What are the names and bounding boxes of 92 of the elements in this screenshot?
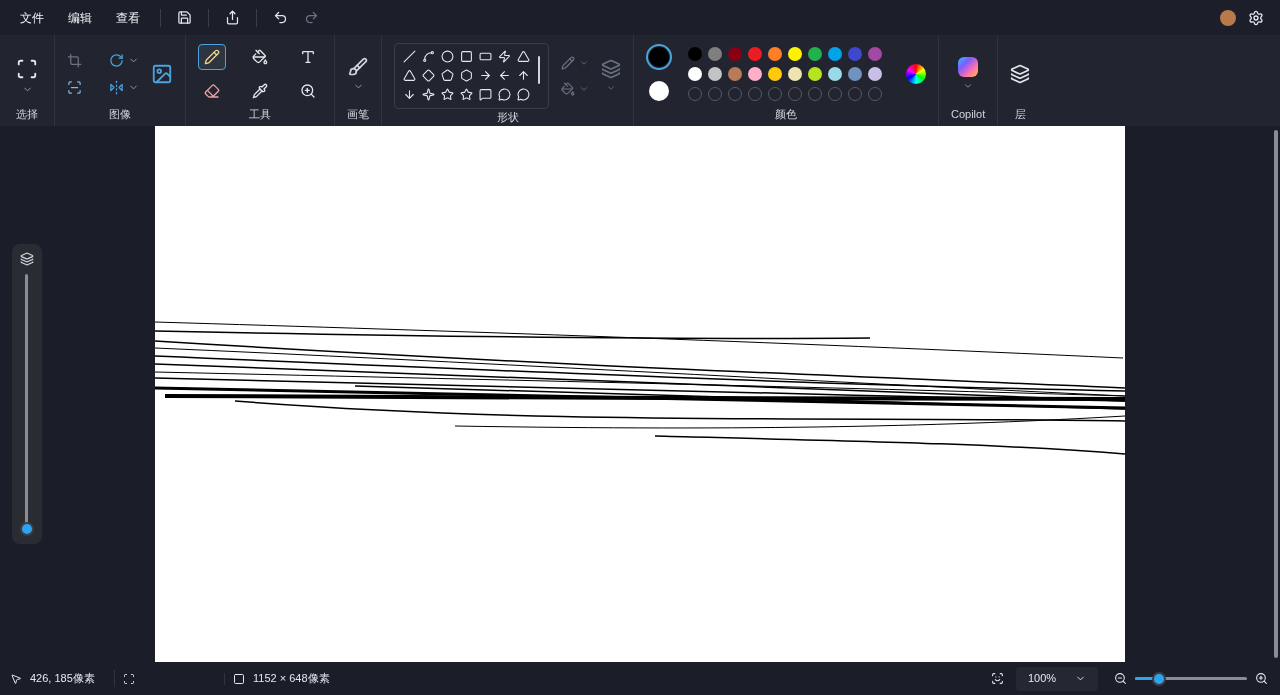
palette-swatch[interactable]	[808, 47, 822, 62]
shape-icon[interactable]	[422, 50, 435, 63]
active-color-slot[interactable]	[646, 44, 672, 71]
palette-swatch[interactable]	[868, 47, 882, 62]
shape-icon[interactable]	[441, 50, 454, 63]
palette-swatch[interactable]	[768, 67, 782, 82]
zoom-slider-thumb[interactable]	[1151, 671, 1166, 686]
brush-size-thumb[interactable]	[20, 522, 34, 536]
palette-swatch[interactable]	[708, 67, 722, 82]
shape-icon[interactable]	[441, 69, 454, 82]
shape-icon[interactable]	[403, 69, 416, 82]
shape-icon[interactable]	[498, 50, 511, 63]
fill-style-icon[interactable]	[561, 82, 575, 96]
zoom-slider-track[interactable]	[1135, 671, 1247, 686]
settings-icon[interactable]	[1248, 9, 1264, 26]
brush-icon[interactable]	[348, 56, 368, 77]
palette-swatch[interactable]	[808, 67, 822, 82]
brush-size-track[interactable]	[20, 274, 34, 536]
palette-swatch[interactable]	[688, 67, 702, 82]
selection-size-icon	[123, 672, 135, 685]
scrollbar[interactable]	[1274, 130, 1278, 658]
color-wheel-icon[interactable]	[906, 64, 926, 85]
text-icon	[300, 49, 316, 66]
group-label: 层	[1014, 106, 1026, 122]
shape-icon[interactable]	[517, 50, 530, 63]
zoom-out-icon[interactable]	[1114, 672, 1127, 685]
shape-icon[interactable]	[517, 69, 530, 82]
chevron-icon	[579, 84, 589, 94]
menu-item[interactable]: 查看	[104, 8, 152, 27]
shape-icon[interactable]	[460, 88, 473, 101]
zoom-in-icon[interactable]	[1255, 672, 1268, 685]
fill-icon	[252, 49, 268, 66]
palette-swatch[interactable]	[848, 67, 862, 82]
shape-icon[interactable]	[422, 69, 435, 82]
palette-swatch[interactable]	[788, 47, 802, 62]
shape-icon[interactable]	[403, 50, 416, 63]
flip-icon[interactable]	[109, 80, 124, 96]
undo-icon[interactable]	[273, 10, 288, 25]
shape-icon[interactable]	[517, 88, 530, 101]
shape-icon[interactable]	[479, 50, 492, 63]
group-label: 选择	[16, 106, 38, 122]
redo-icon[interactable]	[304, 10, 319, 25]
group-label: 图像	[109, 106, 131, 122]
chevron-icon	[606, 83, 616, 93]
shape-icon[interactable]	[498, 88, 511, 101]
avatar[interactable]	[1220, 9, 1236, 26]
share-icon[interactable]	[225, 10, 240, 25]
group-label: 画笔	[347, 106, 369, 122]
magnifier-icon	[300, 83, 316, 100]
crop-icon[interactable]	[67, 53, 82, 69]
group-label: 工具	[249, 106, 271, 122]
palette-swatch[interactable]	[828, 67, 842, 82]
resize-image-icon[interactable]	[151, 63, 173, 86]
eraser-icon	[204, 83, 220, 100]
palette-swatch[interactable]	[768, 47, 782, 62]
group-label: 颜色	[775, 106, 797, 122]
selection-icon	[16, 57, 38, 80]
palette-swatch[interactable]	[868, 67, 882, 82]
pencil-icon	[204, 49, 220, 66]
palette-swatch[interactable]	[728, 67, 742, 82]
rotate-icon[interactable]	[109, 53, 124, 69]
palette-swatch[interactable]	[688, 47, 702, 62]
palette-swatch[interactable]	[788, 67, 802, 82]
shape-icon[interactable]	[403, 88, 416, 101]
canvas[interactable]	[155, 126, 1125, 662]
shape-icon[interactable]	[479, 88, 492, 101]
shape-icon[interactable]	[460, 69, 473, 82]
shape-icon[interactable]	[422, 88, 435, 101]
palette-swatch[interactable]	[748, 67, 762, 82]
canvas-size: 1152 × 648像素	[253, 671, 330, 687]
layers-icon[interactable]	[1010, 64, 1031, 85]
palette-swatch[interactable]	[748, 47, 762, 62]
pointer-icon	[10, 672, 22, 685]
palette-swatch[interactable]	[828, 47, 842, 62]
save-icon[interactable]	[177, 10, 192, 25]
shape-icon[interactable]	[441, 88, 454, 101]
canvas-size-icon	[233, 672, 245, 685]
zoom-dropdown[interactable]: 100%	[1016, 666, 1098, 691]
menu-item[interactable]: 编辑	[56, 8, 104, 27]
picker-icon	[252, 83, 268, 100]
shape-icon[interactable]	[460, 50, 473, 63]
cursor-position: 426, 185像素	[30, 671, 95, 687]
palette-swatch[interactable]	[728, 47, 742, 62]
shape-icon[interactable]	[479, 69, 492, 82]
group-label: 形状	[496, 110, 519, 125]
shape-icon[interactable]	[498, 69, 511, 82]
group-label: Copilot	[951, 106, 986, 122]
pencil-tool[interactable]	[198, 44, 226, 71]
palette-swatch[interactable]	[708, 47, 722, 62]
chevron-icon	[579, 58, 589, 68]
palette-swatch[interactable]	[848, 47, 862, 62]
menu-item[interactable]: 文件	[8, 8, 56, 27]
